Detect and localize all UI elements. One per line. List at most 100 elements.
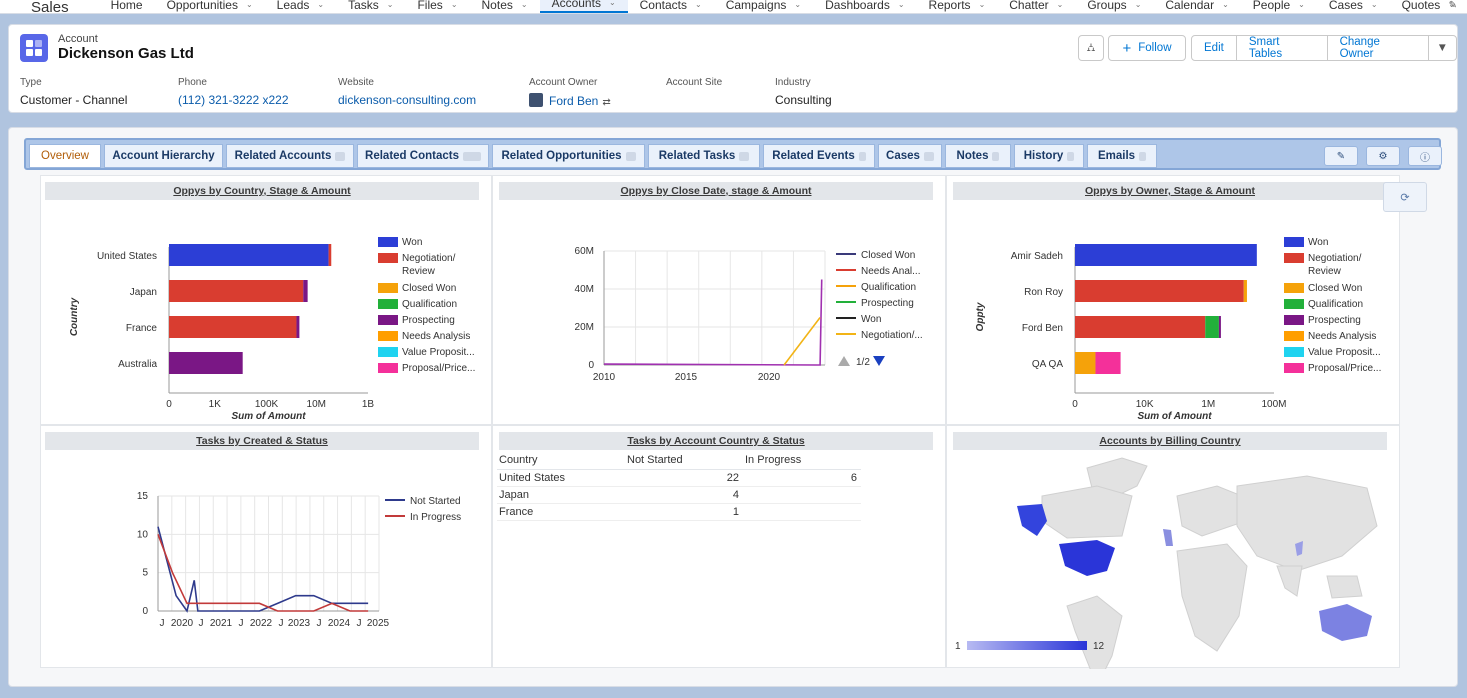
bar-segment [169, 280, 304, 302]
tab-notes[interactable]: Notes [945, 144, 1011, 168]
nav-item-groups[interactable]: Groups ⌄ [1075, 0, 1153, 13]
field-industry: Industry Consulting [775, 77, 832, 107]
x-tick-label: 1M [1201, 399, 1215, 410]
y-tick-label: 20M [575, 322, 594, 333]
tab-count-badge [625, 151, 636, 161]
owner-link[interactable]: Ford Ben ⇄ [529, 93, 611, 108]
chevron-down-icon[interactable]: ⌄ [898, 0, 905, 10]
x-tick-label: 100M [1261, 399, 1286, 410]
nav-item-campaigns[interactable]: Campaigns ⌄ [714, 0, 813, 13]
legend-swatch [1284, 315, 1304, 325]
nav-item-notes[interactable]: Notes ⌄ [470, 0, 540, 13]
tab-label: Cases [886, 150, 920, 162]
smart-tables-button[interactable]: Smart Tables [1235, 36, 1327, 60]
nav-item-leads[interactable]: Leads ⌄ [265, 0, 336, 13]
legend-swatch [378, 363, 398, 373]
nav-item-dashboards[interactable]: Dashboards ⌄ [813, 0, 916, 13]
edit-button[interactable]: Edit [1192, 36, 1236, 60]
chevron-down-icon[interactable]: ⌄ [609, 0, 616, 8]
nav-label: Notes [481, 0, 513, 12]
nav-item-home[interactable]: Home [99, 0, 155, 13]
legend-label: Closed Won [861, 250, 915, 261]
info-button[interactable]: ⓘ [1408, 146, 1442, 166]
x-tick-label: 0 [1072, 399, 1078, 410]
nav-label: Home [110, 0, 143, 12]
y-axis-label: Country [69, 297, 80, 336]
chevron-down-icon[interactable]: ⌄ [794, 0, 801, 10]
bar-segment [328, 244, 332, 266]
field-value: Customer - Channel [20, 93, 128, 107]
y-tick-label: 0 [588, 360, 594, 371]
more-actions-button[interactable]: ▼ [1427, 36, 1456, 60]
follow-button[interactable]: + Follow [1108, 35, 1186, 61]
chevron-down-icon[interactable]: ⌄ [387, 0, 394, 10]
tab-related-accounts[interactable]: Related Accounts [226, 144, 354, 168]
refresh-button[interactable]: ⟳ [1383, 182, 1427, 212]
tab-account-hierarchy[interactable]: Account Hierarchy [104, 144, 223, 168]
nav-item-reports[interactable]: Reports ⌄ [917, 0, 998, 13]
nav-item-contacts[interactable]: Contacts ⌄ [628, 0, 714, 13]
table-row: France 1 [497, 503, 861, 521]
nav-item-accounts[interactable]: Accounts ⌄ [539, 0, 628, 13]
nav-item-people[interactable]: People ⌄ [1241, 0, 1317, 13]
hierarchy-button[interactable]: ⛼ [1078, 35, 1104, 61]
tab-history[interactable]: History [1014, 144, 1084, 168]
tab-label: Related Events [772, 150, 855, 162]
color-scale-min: 1 [955, 641, 961, 652]
table-row: United States 22 6 [497, 469, 861, 487]
x-tick-label: 100K [255, 399, 279, 410]
chart-title: Accounts by Billing Country [953, 432, 1387, 450]
edit-layout-button[interactable]: ✎ [1324, 146, 1358, 166]
change-owner-icon[interactable]: ⇄ [602, 97, 610, 108]
chevron-down-icon[interactable]: ⌄ [521, 0, 528, 10]
change-owner-button[interactable]: Change Owner [1326, 36, 1428, 60]
field-label: Industry [775, 77, 811, 88]
nav-label: Accounts [551, 0, 601, 10]
chevron-down-icon[interactable]: ⌄ [695, 0, 702, 10]
color-scale-max: 12 [1093, 641, 1105, 652]
tab-emails[interactable]: Emails [1087, 144, 1157, 168]
series-line [157, 526, 369, 613]
chevron-down-icon[interactable]: ⌄ [1298, 0, 1305, 10]
y-tick-label: 40M [575, 284, 594, 295]
nav-label: Reports [928, 0, 971, 12]
edit-nav-icon[interactable]: ✎ [1449, 0, 1457, 11]
chevron-down-icon[interactable]: ⌄ [317, 0, 324, 10]
tab-label: Related Opportunities [501, 150, 622, 162]
legend-label: Value Proposit... [402, 347, 475, 358]
phone-link[interactable]: (112) 321-3222 x222 [178, 93, 289, 107]
legend-label: Qualification [1308, 299, 1363, 310]
chevron-down-icon[interactable]: ⌄ [1371, 0, 1378, 10]
tab-related-contacts[interactable]: Related Contacts [357, 144, 489, 168]
field-label: Type [20, 77, 42, 88]
settings-button[interactable]: ⚙ [1366, 146, 1400, 166]
nav-item-files[interactable]: Files ⌄ [405, 0, 469, 13]
chevron-down-icon[interactable]: ⌄ [979, 0, 986, 10]
tab-count-badge [923, 151, 934, 161]
nav-item-chatter[interactable]: Chatter ⌄ [997, 0, 1075, 13]
chevron-down-icon[interactable]: ⌄ [1222, 0, 1229, 10]
chevron-down-icon[interactable]: ⌄ [1057, 0, 1064, 10]
bar-segment [1075, 316, 1206, 338]
nav-item-opportunities[interactable]: Opportunities ⌄ [155, 0, 265, 13]
field-type: Type Customer - Channel [20, 77, 127, 107]
record-name: Dickenson Gas Ltd [58, 45, 194, 62]
nav-item-calendar[interactable]: Calendar ⌄ [1153, 0, 1240, 13]
chevron-down-icon[interactable]: ⌄ [1135, 0, 1142, 10]
tab-label: Related Contacts [365, 150, 459, 162]
x-tick-label: J [317, 618, 322, 629]
nav-item-cases[interactable]: Cases ⌄ [1317, 0, 1390, 13]
chevron-down-icon[interactable]: ⌄ [246, 0, 253, 10]
tab-related-opportunities[interactable]: Related Opportunities [492, 144, 645, 168]
tab-overview[interactable]: Overview [29, 144, 101, 168]
nav-item-tasks[interactable]: Tasks ⌄ [336, 0, 405, 13]
app-launcher-icon[interactable] [22, 5, 24, 13]
tab-related-events[interactable]: Related Events [763, 144, 875, 168]
website-link[interactable]: dickenson-consulting.com [338, 93, 476, 107]
chevron-down-icon[interactable]: ⌄ [451, 0, 458, 10]
legend-label: Qualification [402, 299, 457, 310]
table-cell: 1 [625, 503, 743, 521]
tab-cases[interactable]: Cases [878, 144, 942, 168]
tab-related-tasks[interactable]: Related Tasks [648, 144, 760, 168]
chart-cell-tasks-country: Tasks by Account Country & Status Countr… [492, 425, 946, 668]
